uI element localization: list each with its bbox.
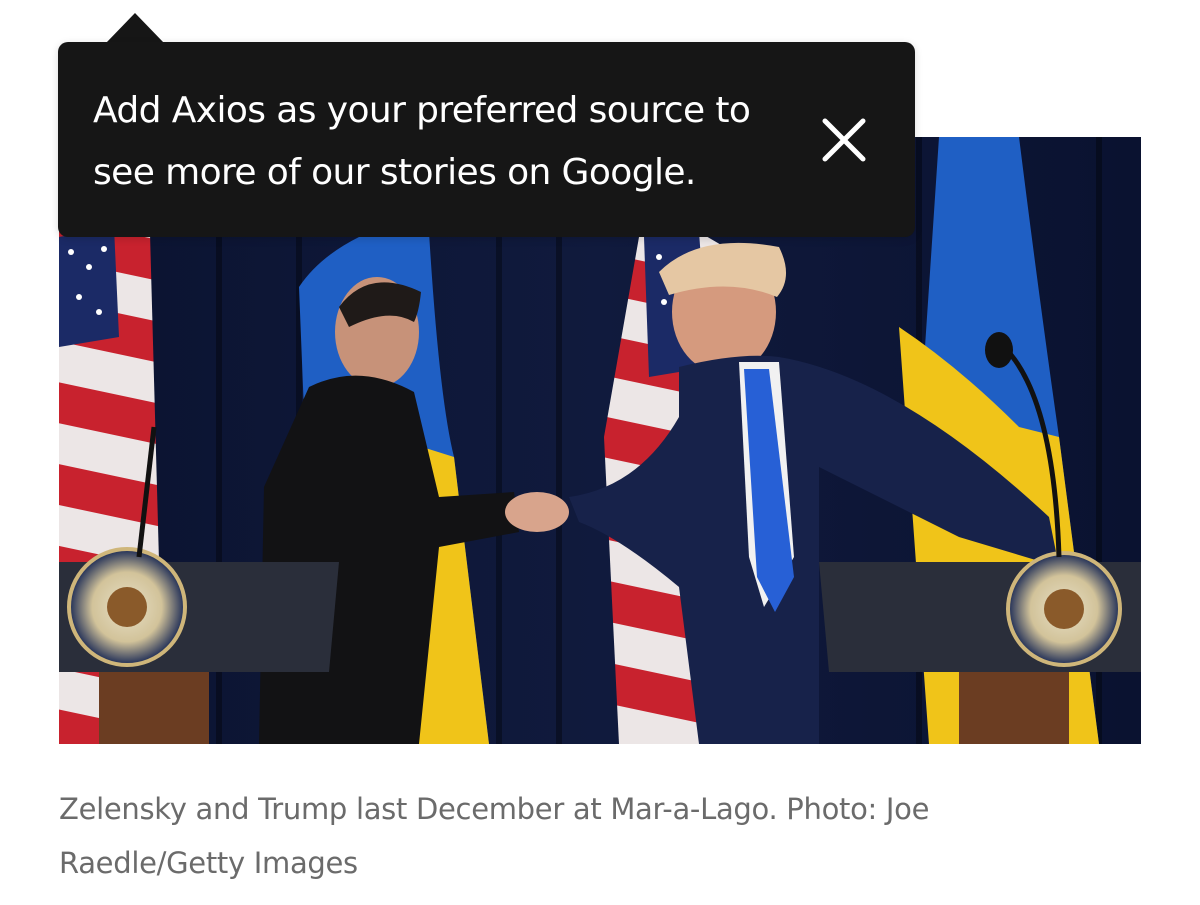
tooltip-message: Add Axios as your preferred source to se…: [93, 90, 751, 193]
handshake: [505, 492, 569, 532]
photo-caption: Zelensky and Trump last December at Mar-…: [59, 792, 930, 880]
close-icon: [822, 118, 866, 162]
preferred-source-tooltip: Add Axios as your preferred source to se…: [58, 42, 915, 237]
close-button[interactable]: [810, 106, 878, 174]
tooltip-pointer: [106, 13, 164, 43]
